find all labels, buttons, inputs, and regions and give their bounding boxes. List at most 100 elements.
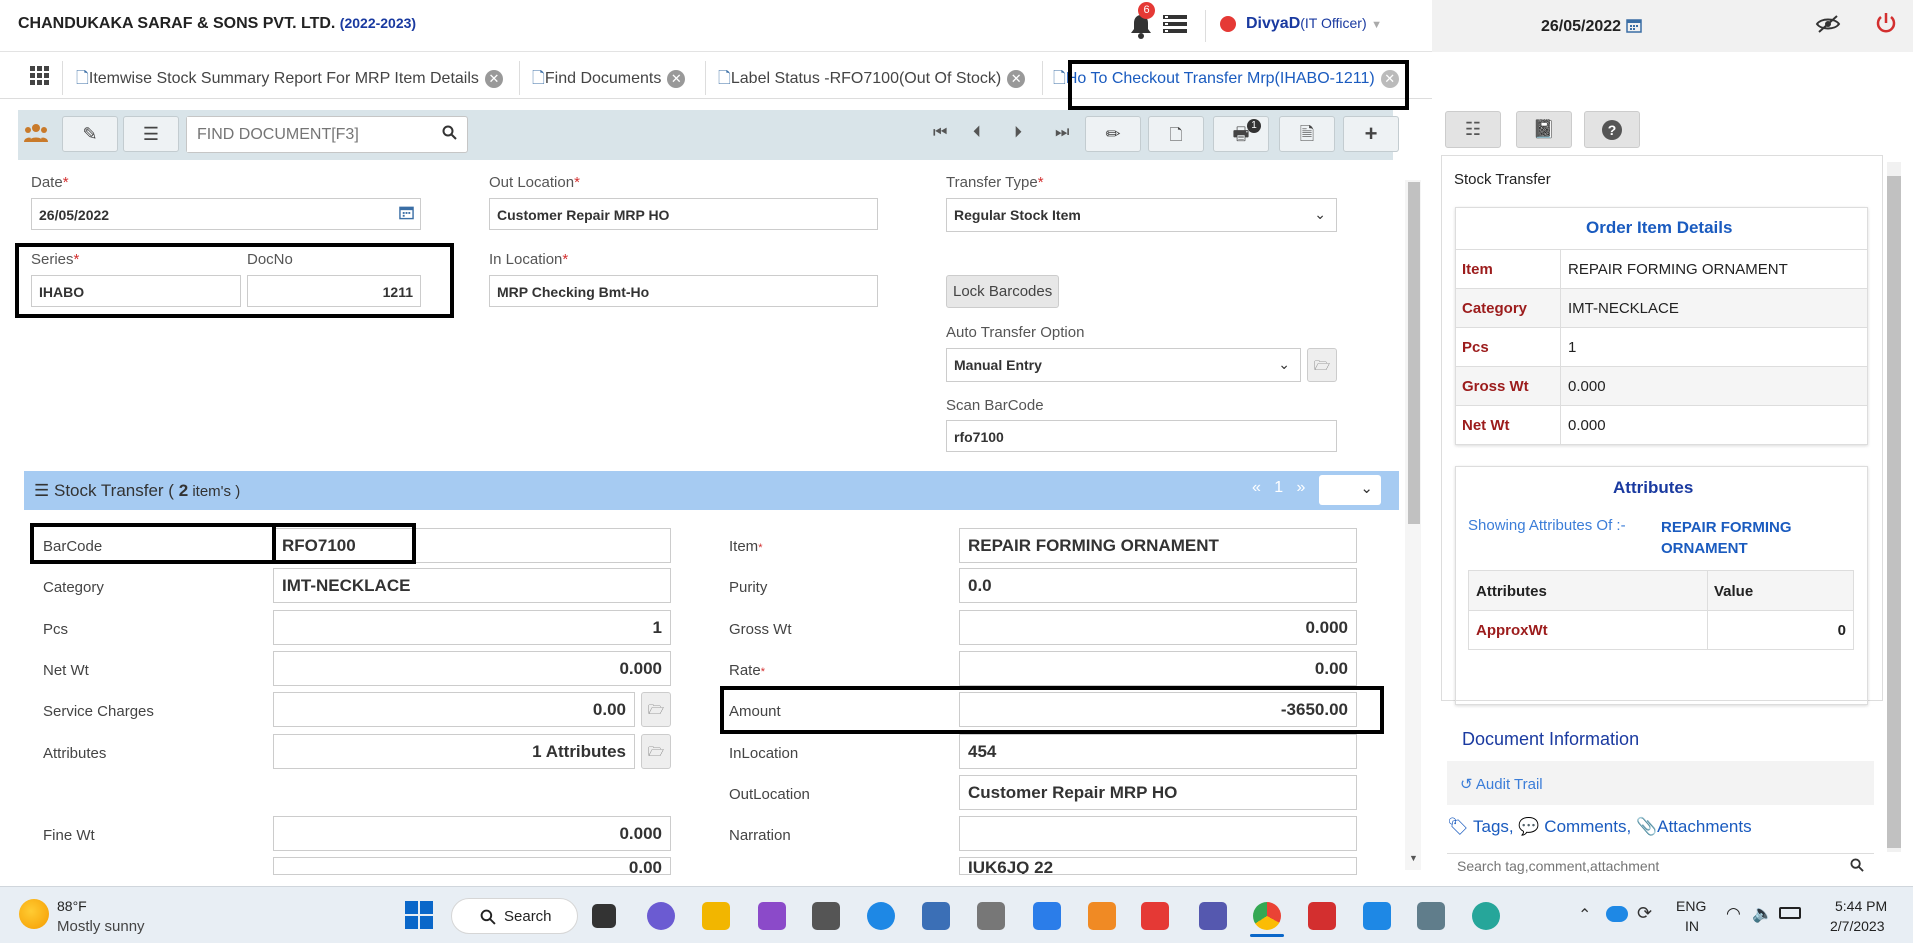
chrome-icon[interactable] xyxy=(1253,902,1281,930)
tab-itemwise-stock-summary[interactable]: 🗋Itemwise Stock Summary Report For MRP I… xyxy=(76,67,503,94)
folder-settings-button[interactable]: 🗁 xyxy=(1307,348,1337,382)
wifi-icon[interactable]: ◠ xyxy=(1726,904,1741,924)
notes-panel-button[interactable]: 📓 xyxy=(1516,111,1572,148)
attributes-folder-button[interactable]: 🗁 xyxy=(641,734,671,769)
edit-button[interactable]: ✏ xyxy=(1085,116,1141,152)
clock-time[interactable]: 5:44 PM xyxy=(1835,898,1887,914)
clock-date[interactable]: 2/7/2023 xyxy=(1830,918,1885,934)
auto-transfer-select[interactable]: Manual Entry ⌄ xyxy=(946,348,1301,382)
audit-trail-link[interactable]: ↺ Audit Trail xyxy=(1460,775,1543,793)
out-location-grid-field[interactable]: Customer Repair MRP HO xyxy=(959,775,1357,810)
paint-icon[interactable] xyxy=(1472,902,1500,930)
comments-link[interactable]: 💬 Comments, xyxy=(1518,817,1631,836)
apps-grid-icon[interactable] xyxy=(30,66,50,90)
edit-note-button[interactable]: ✎ xyxy=(62,116,118,152)
user-menu[interactable]: DivyaD(IT Officer) ▼ xyxy=(1246,15,1382,33)
labour-field[interactable]: 0.00 xyxy=(273,857,671,875)
narration-field[interactable] xyxy=(959,816,1357,851)
tags-link[interactable]: 🏷 Tags, xyxy=(1447,817,1514,836)
last-record-icon[interactable]: ⏭ xyxy=(1055,124,1069,142)
sync-icon[interactable]: ⟳ xyxy=(1637,903,1652,924)
task-view-icon[interactable] xyxy=(592,904,616,928)
cancel-document-button[interactable]: 🗋 xyxy=(1148,116,1204,152)
help-panel-button[interactable]: ? xyxy=(1584,111,1640,148)
skype-icon[interactable] xyxy=(867,902,895,930)
reference-field[interactable]: IUK6JQ 22 xyxy=(959,857,1357,875)
anydesk-icon[interactable] xyxy=(1141,902,1169,930)
page-size-select[interactable]: ⌄ xyxy=(1319,475,1381,505)
windows-start-icon[interactable] xyxy=(405,901,433,933)
add-new-button[interactable]: + xyxy=(1343,116,1399,152)
net-wt-field[interactable]: 0.000 xyxy=(273,651,671,686)
edit-icon: ✎ xyxy=(82,124,98,144)
security-app-icon[interactable] xyxy=(977,902,1005,930)
vnc-viewer-icon[interactable] xyxy=(812,902,840,930)
weather-temp[interactable]: 88°F xyxy=(57,898,87,914)
calendar-icon[interactable] xyxy=(399,205,414,223)
close-icon[interactable]: ✕ xyxy=(1007,69,1026,88)
report-button[interactable]: 🗎 xyxy=(1279,116,1335,152)
users-group-icon[interactable] xyxy=(24,122,48,148)
fine-wt-field[interactable]: 0.000 xyxy=(273,816,671,851)
close-icon[interactable]: ✕ xyxy=(667,69,686,88)
attributes-field[interactable]: 1 Attributes xyxy=(273,734,635,769)
pcs-field[interactable]: 1 xyxy=(273,610,671,645)
in-location-grid-field[interactable]: 454 xyxy=(959,734,1357,769)
power-logout-icon[interactable] xyxy=(1875,11,1897,39)
tag-search-box[interactable] xyxy=(1447,853,1874,877)
search-icon[interactable] xyxy=(442,125,457,144)
language-region[interactable]: IN xyxy=(1685,918,1699,934)
task-list-icon[interactable] xyxy=(1163,14,1187,38)
lock-barcodes-button[interactable]: Lock Barcodes xyxy=(946,275,1060,308)
scroll-down-icon[interactable]: ▼ xyxy=(1409,853,1418,863)
first-record-icon[interactable]: ⏮ xyxy=(933,124,947,142)
find-document-input[interactable] xyxy=(187,117,417,152)
date-field[interactable]: 26/05/2022 xyxy=(31,198,421,230)
find-document-box[interactable] xyxy=(186,116,468,153)
list-view-button[interactable]: ☰ xyxy=(123,116,179,152)
transfer-type-select[interactable]: Regular Stock Item ⌄ xyxy=(946,198,1337,232)
tab-find-documents[interactable]: 🗋Find Documents ✕ xyxy=(532,67,686,94)
scan-barcode-input[interactable]: rfo7100 xyxy=(946,420,1337,452)
notepad-icon[interactable] xyxy=(1363,902,1391,930)
rate-field[interactable]: 0.00 xyxy=(959,651,1357,686)
pager[interactable]: « 1 » xyxy=(1252,479,1305,497)
xampp-icon[interactable] xyxy=(1088,902,1116,930)
teams-icon[interactable] xyxy=(1199,902,1227,930)
print-button[interactable]: 🖶 1 xyxy=(1213,116,1269,152)
onedrive-icon[interactable] xyxy=(1606,906,1628,922)
gross-wt-field[interactable]: 0.000 xyxy=(959,610,1357,645)
teams-chat-icon[interactable] xyxy=(647,902,675,930)
hide-eye-icon[interactable] xyxy=(1815,14,1841,38)
show-hidden-icons-icon[interactable]: ⌃ xyxy=(1578,905,1591,925)
close-icon[interactable]: ✕ xyxy=(484,69,503,88)
visual-studio-icon[interactable] xyxy=(758,902,786,930)
service-charges-field[interactable]: 0.00 xyxy=(273,692,635,727)
network-app-icon[interactable] xyxy=(922,902,950,930)
deploy-app-icon[interactable] xyxy=(1033,902,1061,930)
panel-scrollbar-thumb[interactable] xyxy=(1887,176,1901,848)
attachments-link[interactable]: 📎Attachments xyxy=(1636,817,1752,836)
tab-label-status[interactable]: 🗋Label Status -RFO7100(Out Of Stock) ✕ xyxy=(718,67,1026,94)
service-charges-folder-button[interactable]: 🗁 xyxy=(641,692,671,727)
item-field[interactable]: REPAIR FORMING ORNAMENT xyxy=(959,528,1357,563)
file-explorer-icon[interactable] xyxy=(702,902,730,930)
volume-icon[interactable]: 🔈 xyxy=(1752,904,1773,924)
calculator-icon[interactable] xyxy=(1417,902,1445,930)
scrollbar-thumb[interactable] xyxy=(1408,182,1420,524)
details-panel-button[interactable]: ☷ xyxy=(1445,111,1501,148)
next-record-icon[interactable]: ⏵ xyxy=(1014,124,1022,142)
language-code[interactable]: ENG xyxy=(1676,898,1706,914)
battery-icon[interactable] xyxy=(1779,907,1801,919)
weather-sun-icon[interactable] xyxy=(19,899,49,929)
previous-record-icon[interactable]: ⏴ xyxy=(973,124,981,142)
out-location-field[interactable]: Customer Repair MRP HO xyxy=(489,198,878,230)
tag-search-input[interactable] xyxy=(1447,854,1827,877)
purity-field[interactable]: 0.0 xyxy=(959,568,1357,603)
taskbar-search[interactable]: Search xyxy=(451,898,578,934)
weather-desc[interactable]: Mostly sunny xyxy=(57,918,145,935)
search-icon[interactable] xyxy=(1850,858,1864,876)
in-location-field[interactable]: MRP Checking Bmt-Ho xyxy=(489,275,878,307)
category-field[interactable]: IMT-NECKLACE xyxy=(273,568,671,603)
wps-office-icon[interactable] xyxy=(1308,902,1336,930)
